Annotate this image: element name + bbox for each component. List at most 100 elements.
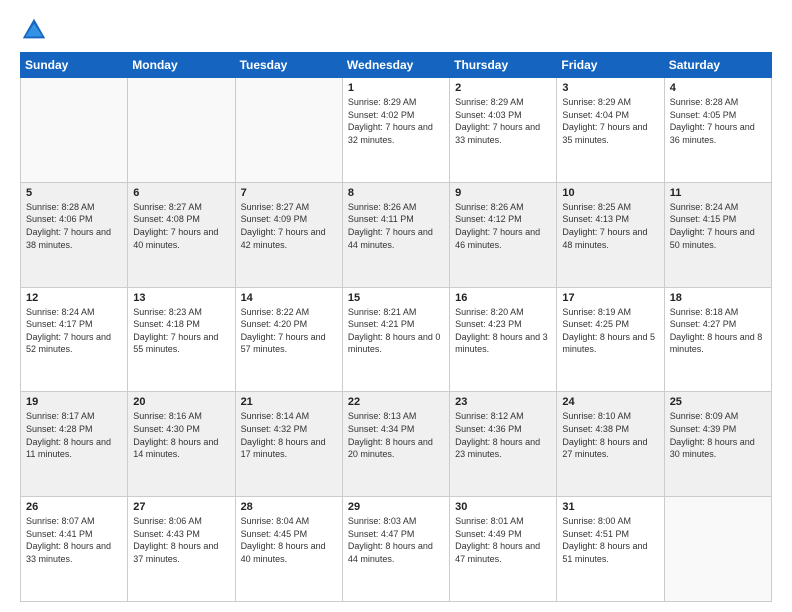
calendar-cell: 30 Sunrise: 8:01 AMSunset: 4:49 PMDayligh… [450,497,557,602]
calendar-cell: 22 Sunrise: 8:13 AMSunset: 4:34 PMDayligh… [342,392,449,497]
calendar-cell: 5Sunrise: 8:28 AMSunset: 4:06 PMDaylight… [21,182,128,287]
calendar-cell [21,78,128,183]
cell-info: Sunrise: 8:06 AMSunset: 4:43 PMDaylight:… [133,515,229,565]
day-number: 1 [348,82,444,94]
calendar-cell: 23 Sunrise: 8:12 AMSunset: 4:36 PMDayligh… [450,392,557,497]
day-number: 9 [455,187,551,199]
calendar-cell: 17 Sunrise: 8:19 AMSunset: 4:25 PMDayligh… [557,287,664,392]
day-number: 6 [133,187,229,199]
calendar-cell: 9 Sunrise: 8:26 AMSunset: 4:12 PMDaylight… [450,182,557,287]
cell-info: Sunrise: 8:13 AMSunset: 4:34 PMDaylight:… [348,410,444,460]
calendar-cell: 8 Sunrise: 8:26 AMSunset: 4:11 PMDaylight… [342,182,449,287]
col-header-friday: Friday [557,53,664,78]
calendar-cell: 12 Sunrise: 8:24 AMSunset: 4:17 PMDayligh… [21,287,128,392]
cell-info: Sunrise: 8:24 AMSunset: 4:15 PMDaylight:… [670,201,766,251]
cell-info: Sunrise: 8:10 AMSunset: 4:38 PMDaylight:… [562,410,658,460]
calendar-cell: 26 Sunrise: 8:07 AMSunset: 4:41 PMDayligh… [21,497,128,602]
day-number: 22 [348,396,444,408]
cell-info: Sunrise: 8:24 AMSunset: 4:17 PMDaylight:… [26,306,122,356]
calendar-cell: 19 Sunrise: 8:17 AMSunset: 4:28 PMDayligh… [21,392,128,497]
day-number: 25 [670,396,766,408]
day-number: 26 [26,501,122,513]
calendar-week-row-2: 5Sunrise: 8:28 AMSunset: 4:06 PMDaylight… [21,182,772,287]
cell-info: Sunrise: 8:28 AMSunset: 4:06 PMDaylight:… [26,201,122,251]
day-number: 19 [26,396,122,408]
calendar-cell: 31Sunrise: 8:00 AMSunset: 4:51 PMDayligh… [557,497,664,602]
cell-info: Sunrise: 8:19 AMSunset: 4:25 PMDaylight:… [562,306,658,356]
logo [20,16,52,44]
calendar-week-row-1: 1 Sunrise: 8:29 AMSunset: 4:02 PMDaylight… [21,78,772,183]
day-number: 8 [348,187,444,199]
cell-info: Sunrise: 8:18 AMSunset: 4:27 PMDaylight:… [670,306,766,356]
cell-info: Sunrise: 8:07 AMSunset: 4:41 PMDaylight:… [26,515,122,565]
cell-info: Sunrise: 8:29 AMSunset: 4:03 PMDaylight:… [455,96,551,146]
day-number: 21 [241,396,337,408]
day-number: 17 [562,292,658,304]
header [20,16,772,44]
day-number: 29 [348,501,444,513]
calendar-header-row: SundayMondayTuesdayWednesdayThursdayFrid… [21,53,772,78]
cell-info: Sunrise: 8:22 AMSunset: 4:20 PMDaylight:… [241,306,337,356]
cell-info: Sunrise: 8:28 AMSunset: 4:05 PMDaylight:… [670,96,766,146]
day-number: 12 [26,292,122,304]
cell-info: Sunrise: 8:29 AMSunset: 4:02 PMDaylight:… [348,96,444,146]
cell-info: Sunrise: 8:01 AMSunset: 4:49 PMDaylight:… [455,515,551,565]
cell-info: Sunrise: 8:17 AMSunset: 4:28 PMDaylight:… [26,410,122,460]
day-number: 23 [455,396,551,408]
day-number: 31 [562,501,658,513]
calendar-cell: 1 Sunrise: 8:29 AMSunset: 4:02 PMDaylight… [342,78,449,183]
cell-info: Sunrise: 8:25 AMSunset: 4:13 PMDaylight:… [562,201,658,251]
calendar-cell: 2Sunrise: 8:29 AMSunset: 4:03 PMDaylight… [450,78,557,183]
col-header-monday: Monday [128,53,235,78]
day-number: 30 [455,501,551,513]
calendar-cell [128,78,235,183]
day-number: 24 [562,396,658,408]
calendar-cell: 24 Sunrise: 8:10 AMSunset: 4:38 PMDayligh… [557,392,664,497]
calendar-cell: 13 Sunrise: 8:23 AMSunset: 4:18 PMDayligh… [128,287,235,392]
cell-info: Sunrise: 8:12 AMSunset: 4:36 PMDaylight:… [455,410,551,460]
cell-info: Sunrise: 8:26 AMSunset: 4:12 PMDaylight:… [455,201,551,251]
day-number: 27 [133,501,229,513]
logo-icon [20,16,48,44]
calendar-cell: 27 Sunrise: 8:06 AMSunset: 4:43 PMDayligh… [128,497,235,602]
day-number: 14 [241,292,337,304]
calendar-week-row-4: 19 Sunrise: 8:17 AMSunset: 4:28 PMDayligh… [21,392,772,497]
cell-info: Sunrise: 8:16 AMSunset: 4:30 PMDaylight:… [133,410,229,460]
cell-info: Sunrise: 8:26 AMSunset: 4:11 PMDaylight:… [348,201,444,251]
page: SundayMondayTuesdayWednesdayThursdayFrid… [0,0,792,612]
cell-info: Sunrise: 8:27 AMSunset: 4:08 PMDaylight:… [133,201,229,251]
calendar-cell: 15 Sunrise: 8:21 AMSunset: 4:21 PMDayligh… [342,287,449,392]
day-number: 10 [562,187,658,199]
col-header-tuesday: Tuesday [235,53,342,78]
day-number: 16 [455,292,551,304]
cell-info: Sunrise: 8:23 AMSunset: 4:18 PMDaylight:… [133,306,229,356]
calendar-cell: 28 Sunrise: 8:04 AMSunset: 4:45 PMDayligh… [235,497,342,602]
calendar-cell: 14 Sunrise: 8:22 AMSunset: 4:20 PMDayligh… [235,287,342,392]
calendar-table: SundayMondayTuesdayWednesdayThursdayFrid… [20,52,772,602]
calendar-week-row-5: 26 Sunrise: 8:07 AMSunset: 4:41 PMDayligh… [21,497,772,602]
calendar-cell: 3Sunrise: 8:29 AMSunset: 4:04 PMDaylight… [557,78,664,183]
day-number: 13 [133,292,229,304]
col-header-sunday: Sunday [21,53,128,78]
day-number: 3 [562,82,658,94]
calendar-cell: 25 Sunrise: 8:09 AMSunset: 4:39 PMDayligh… [664,392,771,497]
col-header-thursday: Thursday [450,53,557,78]
cell-info: Sunrise: 8:04 AMSunset: 4:45 PMDaylight:… [241,515,337,565]
cell-info: Sunrise: 8:09 AMSunset: 4:39 PMDaylight:… [670,410,766,460]
calendar-cell: 7Sunrise: 8:27 AMSunset: 4:09 PMDaylight… [235,182,342,287]
day-number: 11 [670,187,766,199]
day-number: 15 [348,292,444,304]
cell-info: Sunrise: 8:21 AMSunset: 4:21 PMDaylight:… [348,306,444,356]
day-number: 20 [133,396,229,408]
col-header-wednesday: Wednesday [342,53,449,78]
calendar-cell [664,497,771,602]
calendar-cell: 6 Sunrise: 8:27 AMSunset: 4:08 PMDaylight… [128,182,235,287]
cell-info: Sunrise: 8:14 AMSunset: 4:32 PMDaylight:… [241,410,337,460]
calendar-cell: 29Sunrise: 8:03 AMSunset: 4:47 PMDayligh… [342,497,449,602]
calendar-cell: 4Sunrise: 8:28 AMSunset: 4:05 PMDaylight… [664,78,771,183]
calendar-cell: 20 Sunrise: 8:16 AMSunset: 4:30 PMDayligh… [128,392,235,497]
day-number: 7 [241,187,337,199]
calendar-cell: 21 Sunrise: 8:14 AMSunset: 4:32 PMDayligh… [235,392,342,497]
day-number: 28 [241,501,337,513]
col-header-saturday: Saturday [664,53,771,78]
